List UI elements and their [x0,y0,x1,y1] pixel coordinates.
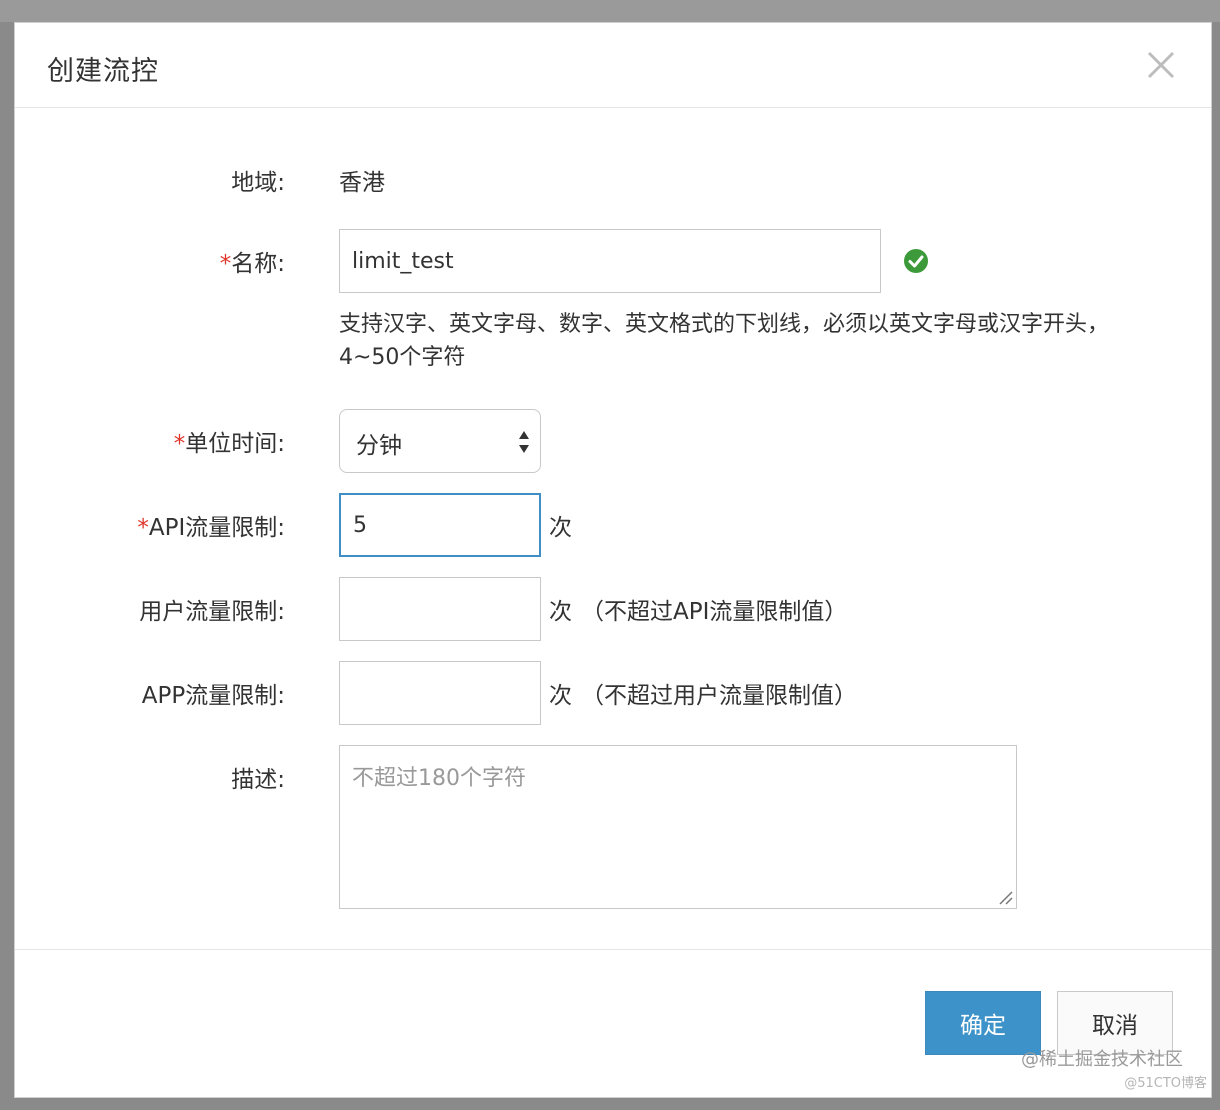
user-limit-unit: 次 [549,599,572,625]
name-label: *名称: [220,244,285,278]
create-flow-control-dialog: 创建流控 地域: 香港 *名称: 支持汉字、英文字母、数字、英文格式的下划线，必… [14,22,1212,1098]
watermark: @稀土掘金技术社区 [1021,1049,1183,1070]
check-circle-icon [904,249,928,273]
app-limit-input[interactable] [339,661,541,725]
dialog-title: 创建流控 [47,56,159,87]
required-mark: * [137,515,149,541]
footer-divider [15,949,1211,950]
region-label: 地域: [231,170,285,196]
user-limit-input[interactable] [339,577,541,641]
unit-time-label: *单位时间: [174,424,285,458]
app-limit-note: （不超过用户流量限制值） [581,683,857,709]
backdrop [0,0,1220,22]
watermark-sub: @51CTO博客 [1124,1076,1207,1091]
unit-time-selected: 分钟 [356,433,402,459]
close-button[interactable] [1145,49,1177,81]
app-limit-unit: 次 [549,683,572,709]
dialog-header: 创建流控 [15,23,1211,108]
user-limit-note: （不超过API流量限制值） [581,599,848,625]
close-icon [1147,51,1175,79]
sort-arrows-icon [519,431,529,453]
description-label: 描述: [231,767,285,793]
name-label-text: 名称: [231,251,285,277]
api-limit-label: *API流量限制: [137,508,285,542]
required-mark: * [173,431,186,457]
unit-time-label-text: 单位时间: [185,431,285,457]
api-limit-label-text: API流量限制: [148,515,285,541]
resize-handle-icon[interactable] [997,889,1013,905]
app-limit-label: APP流量限制: [141,683,285,709]
name-help-text: 支持汉字、英文字母、数字、英文格式的下划线，必须以英文字母或汉字开头，4~50个… [339,312,1110,370]
required-mark: * [219,251,232,277]
api-limit-input[interactable] [339,493,541,557]
user-limit-label: 用户流量限制: [139,599,285,625]
region-value: 香港 [339,170,385,196]
api-limit-unit: 次 [549,515,572,541]
unit-time-select[interactable]: 分钟 [339,409,541,473]
description-textarea[interactable] [339,745,1017,909]
name-input[interactable] [339,229,881,293]
